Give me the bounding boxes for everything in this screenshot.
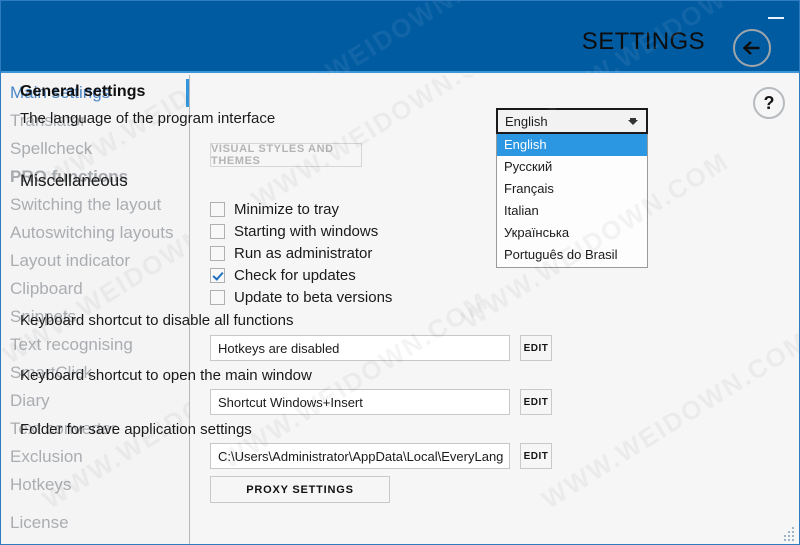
shortcut-open-edit-button[interactable]: EDIT	[520, 389, 552, 415]
checkbox-minimize-to-tray[interactable]: Minimize to tray	[210, 199, 339, 220]
language-option-label: Русский	[504, 159, 553, 174]
resize-grip[interactable]	[782, 527, 796, 541]
checkbox-update-to-beta-versions[interactable]: Update to beta versions	[210, 287, 392, 308]
shortcut-open-input[interactable]: Shortcut Windows+Insert	[210, 389, 510, 415]
language-option-french[interactable]: Français	[497, 178, 647, 200]
checkbox-label: Starting with windows	[234, 223, 379, 240]
sidebar-item-diary[interactable]: Diary	[2, 387, 189, 415]
checkbox-box	[210, 202, 225, 217]
sidebar-item-clipboard[interactable]: Clipboard	[2, 275, 189, 303]
checkbox-box	[210, 246, 225, 261]
language-option-english[interactable]: English	[497, 134, 647, 156]
language-option-label: Français	[504, 181, 554, 196]
sidebar-item-autoswitching-layouts[interactable]: Autoswitching layouts	[2, 219, 189, 247]
visual-styles-label: VISUAL STYLES AND THEMES	[211, 143, 334, 167]
minimize-icon	[768, 17, 784, 19]
general-settings-heading: General settings	[20, 83, 146, 100]
sidebar-item-label: Text recognising	[10, 335, 133, 354]
sidebar-item-label: License	[10, 513, 69, 532]
sidebar-item-about[interactable]: About	[2, 537, 189, 544]
help-button[interactable]: ?	[753, 87, 785, 119]
edit-label: EDIT	[523, 396, 549, 408]
sidebar-item-label: Diary	[10, 391, 50, 410]
question-mark-icon: ?	[763, 92, 775, 113]
minimize-button[interactable]	[759, 5, 793, 29]
sidebar-item-label: Spellcheck	[10, 139, 93, 158]
watermark: WWW.WEIDOWN.COM	[536, 326, 799, 516]
checkbox-box	[210, 224, 225, 239]
shortcut-disable-input[interactable]: Hotkeys are disabled	[210, 335, 510, 361]
sidebar-item-label: About	[10, 541, 54, 544]
checkbox-box-checked	[210, 268, 225, 283]
page-title: SETTINGS	[581, 28, 705, 55]
chevron-down-icon	[628, 118, 638, 125]
sidebar-item-spellcheck[interactable]: Spellcheck	[2, 135, 189, 163]
sidebar-item-label: Autoswitching layouts	[10, 223, 174, 242]
sidebar-item-license[interactable]: License	[2, 509, 189, 537]
arrow-left-icon	[742, 40, 762, 56]
language-dropdown-list: English Русский Français Italian Українс…	[496, 134, 648, 268]
sidebar-item-layout-indicator[interactable]: Layout indicator	[2, 247, 189, 275]
settings-folder-edit-button[interactable]: EDIT	[520, 443, 552, 469]
language-label: The language of the program interface	[20, 110, 276, 127]
checkbox-label: Check for updates	[234, 267, 356, 284]
settings-folder-value: C:\Users\Administrator\AppData\Local\Eve…	[218, 448, 504, 464]
shortcut-disable-value: Hotkeys are disabled	[218, 340, 340, 356]
edit-label: EDIT	[523, 450, 549, 462]
language-option-russian[interactable]: Русский	[497, 156, 647, 178]
settings-window: SETTINGS WWW.WEIDOWN.COM WWW.WEIDOWN.COM…	[0, 0, 800, 545]
sidebar-item-hotkeys[interactable]: Hotkeys	[2, 471, 189, 499]
sidebar-item-text-recognising[interactable]: Text recognising	[2, 331, 189, 359]
shortcut-disable-edit-button[interactable]: EDIT	[520, 335, 552, 361]
language-option-portuguese-brazil[interactable]: Português do Brasil	[497, 244, 647, 266]
settings-folder-label: Folder for save application settings	[20, 421, 252, 438]
sidebar-item-label: Clipboard	[10, 279, 83, 298]
sidebar-item-label: Exclusion	[10, 447, 83, 466]
sidebar-item-label: Switching the layout	[10, 195, 162, 214]
language-option-label: Italian	[504, 203, 539, 218]
language-option-label: Українська	[504, 225, 570, 240]
language-option-italian[interactable]: Italian	[497, 200, 647, 222]
checkbox-box	[210, 290, 225, 305]
settings-folder-input[interactable]: C:\Users\Administrator\AppData\Local\Eve…	[210, 443, 510, 469]
language-option-ukrainian[interactable]: Українська	[497, 222, 647, 244]
shortcut-open-value: Shortcut Windows+Insert	[218, 394, 363, 410]
language-select[interactable]: English	[496, 108, 648, 134]
proxy-settings-label: PROXY SETTINGS	[246, 483, 354, 496]
shortcut-disable-label: Keyboard shortcut to disable all functio…	[20, 312, 294, 329]
sidebar-item-label: Hotkeys	[10, 475, 72, 494]
sidebar-item-switching-the-layout[interactable]: Switching the layout	[2, 191, 189, 219]
sidebar-divider	[2, 499, 189, 509]
checkbox-starting-with-windows[interactable]: Starting with windows	[210, 221, 378, 242]
checkbox-label: Run as administrator	[234, 245, 373, 262]
language-option-label: English	[504, 137, 547, 152]
back-button[interactable]	[733, 29, 771, 67]
edit-label: EDIT	[523, 342, 549, 354]
sidebar-item-label: Layout indicator	[10, 251, 131, 270]
sidebar: Main settings Translator Spellcheck PRO …	[2, 75, 190, 544]
miscellaneous-heading: Miscellaneous	[20, 171, 128, 190]
language-select-value: English	[505, 113, 548, 129]
checkbox-check-for-updates[interactable]: Check for updates	[210, 265, 356, 286]
shortcut-open-label: Keyboard shortcut to open the main windo…	[20, 367, 312, 384]
proxy-settings-button[interactable]: PROXY SETTINGS	[210, 476, 390, 503]
sidebar-item-exclusion[interactable]: Exclusion	[2, 443, 189, 471]
checkbox-label: Update to beta versions	[234, 289, 393, 306]
visual-styles-and-themes-button[interactable]: VISUAL STYLES AND THEMES	[210, 143, 362, 167]
checkbox-label: Minimize to tray	[234, 201, 340, 218]
checkbox-run-as-administrator[interactable]: Run as administrator	[210, 243, 372, 264]
title-bar: SETTINGS WWW.WEIDOWN.COM WWW.WEIDOWN.COM	[1, 1, 799, 133]
language-option-label: Português do Brasil	[504, 247, 618, 262]
